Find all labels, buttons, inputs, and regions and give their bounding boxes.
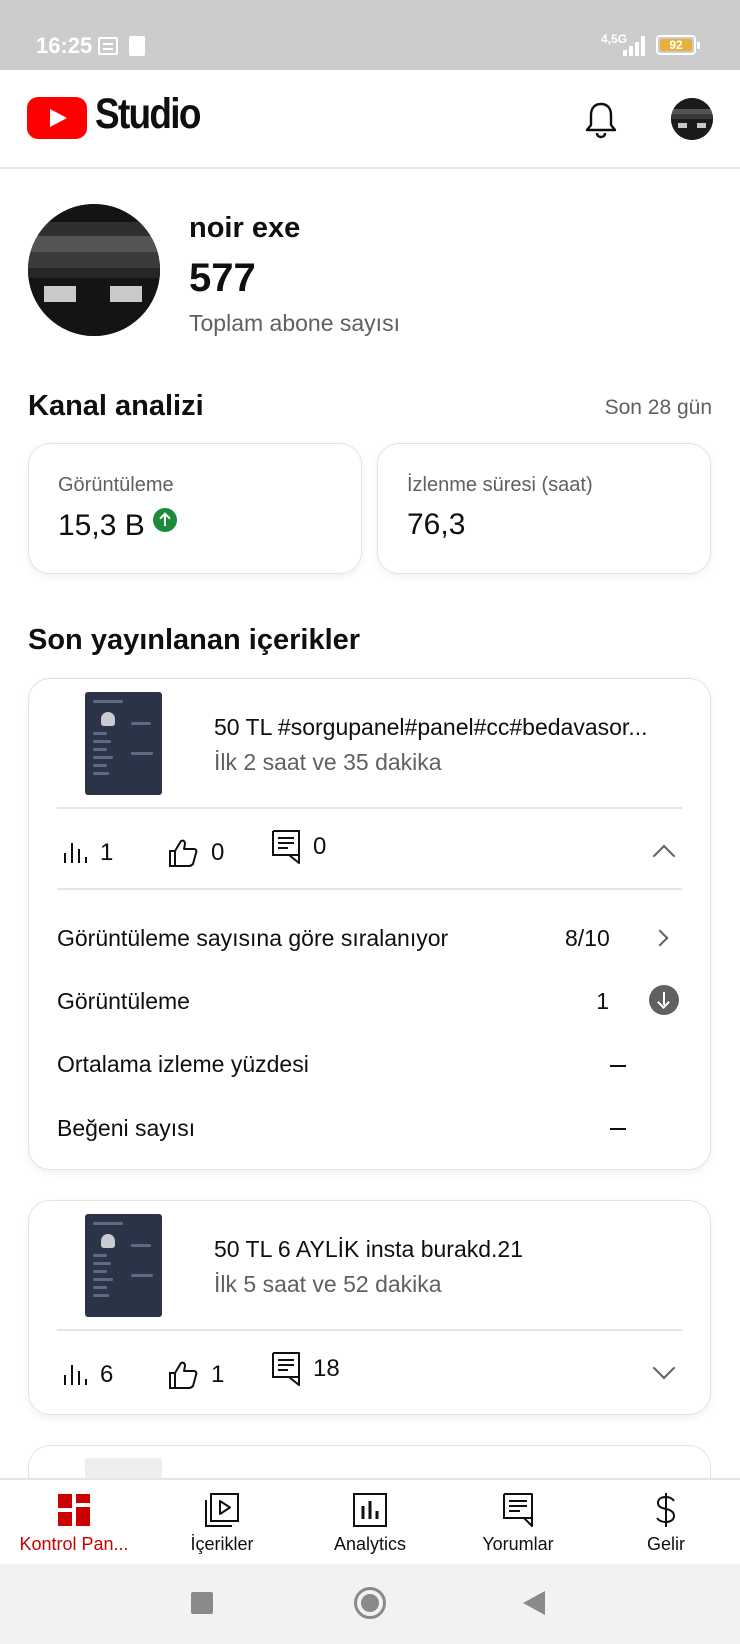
views-card[interactable]: Görüntüleme 15,3 B	[28, 443, 362, 574]
avg-watch-value	[610, 1065, 626, 1067]
channel-name: noir exe	[189, 212, 301, 244]
video-card[interactable]: 50 TL #sorgupanel#panel#cc#bedavasor... …	[28, 678, 711, 1170]
comments-count: 18	[313, 1355, 340, 1382]
subscriber-label: Toplam abone sayısı	[189, 310, 400, 336]
nav-analytics-label: Analytics	[333, 1534, 407, 1554]
nav-dashboard[interactable]: Kontrol Pan...	[0, 1480, 148, 1566]
nav-comments[interactable]: Yorumlar	[444, 1480, 592, 1566]
chevron-down-icon[interactable]	[652, 1356, 676, 1380]
divider	[57, 888, 682, 890]
views-stat: 1	[62, 835, 113, 871]
analytics-title: Kanal analizi	[28, 390, 204, 422]
views-value-row: 15,3 B	[58, 508, 177, 543]
avg-watch-label: Ortalama izleme yüzdesi	[57, 1051, 309, 1077]
subscriber-count: 577	[189, 256, 256, 300]
recent-title: Son yayınlanan içerikler	[28, 624, 361, 656]
thumb-up-icon	[169, 839, 198, 867]
battery-icon: 92	[656, 35, 700, 55]
account-avatar[interactable]	[671, 98, 713, 140]
likes-stat: 0	[167, 835, 224, 871]
nav-earn[interactable]: Gelir	[592, 1480, 740, 1566]
nav-earn-label: Gelir	[646, 1534, 685, 1554]
nav-comments-label: Yorumlar	[482, 1534, 554, 1554]
nav-analytics[interactable]: Analytics	[296, 1480, 444, 1566]
bottom-navigation: Kontrol Pan... İçerikler Analytics Yorum…	[0, 1478, 740, 1564]
video-thumbnail[interactable]	[85, 1214, 162, 1317]
notification-icon	[98, 37, 118, 55]
back-button[interactable]	[523, 1591, 545, 1615]
comments-count: 0	[313, 833, 327, 860]
signal-icon	[623, 36, 647, 56]
status-time: 16:25	[36, 33, 93, 58]
nav-content-label: İçerikler	[190, 1534, 254, 1554]
likes-count: 0	[211, 839, 225, 866]
views-stat: 6	[62, 1357, 113, 1393]
comments-stat: 0	[271, 829, 326, 865]
likes-count: 1	[211, 1361, 225, 1388]
bell-icon[interactable]	[584, 100, 618, 140]
dashboard-icon	[58, 1494, 90, 1526]
comment-icon	[272, 1352, 300, 1386]
status-bar: 16:25 4,5G 92	[0, 0, 740, 70]
likes-stat: 1	[167, 1357, 224, 1393]
studio-logo-text: Studio	[95, 90, 201, 138]
detail-views-value: 1	[596, 988, 609, 1014]
video-subtitle: İlk 2 saat ve 35 dakika	[214, 749, 442, 775]
analytics-period: Son 28 gün	[604, 396, 712, 419]
thumb-up-icon	[169, 1361, 198, 1389]
video-title[interactable]: 50 TL 6 AYLİK insta burakd.21	[214, 1236, 680, 1263]
detail-views-label: Görüntüleme	[57, 988, 190, 1014]
comments-stat: 18	[271, 1351, 340, 1387]
channel-avatar[interactable]	[28, 204, 160, 336]
watch-time-value: 76,3	[407, 508, 466, 541]
nav-content[interactable]: İçerikler	[148, 1480, 296, 1566]
watch-time-label: İzlenme süresi (saat)	[407, 474, 593, 496]
comments-icon	[503, 1493, 533, 1527]
content-icon	[205, 1493, 239, 1527]
views-count: 1	[100, 839, 114, 866]
chevron-up-icon[interactable]	[652, 844, 676, 868]
battery-level: 92	[660, 39, 692, 51]
video-card[interactable]: 50 TL 6 AYLİK insta burakd.21 İlk 5 saat…	[28, 1200, 711, 1415]
likes-detail-label: Beğeni sayısı	[57, 1115, 196, 1141]
likes-detail-value	[610, 1128, 626, 1130]
app-header: Studio	[0, 70, 740, 169]
views-label: Görüntüleme	[58, 474, 174, 496]
comment-icon	[272, 830, 300, 864]
views-value: 15,3 B	[58, 509, 145, 542]
battery-saver-icon	[129, 36, 145, 56]
views-icon	[64, 1365, 87, 1385]
watch-time-card[interactable]: İzlenme süresi (saat) 76,3	[377, 443, 711, 574]
views-icon	[64, 843, 87, 863]
video-thumbnail[interactable]	[85, 692, 162, 795]
youtube-logo-icon	[27, 97, 87, 139]
analytics-icon	[353, 1493, 387, 1527]
trend-up-icon	[152, 508, 177, 532]
divider	[57, 1329, 682, 1331]
trend-down-icon	[649, 985, 679, 1015]
recents-button[interactable]	[191, 1592, 213, 1614]
home-button[interactable]	[354, 1587, 386, 1619]
system-navigation	[0, 1564, 740, 1644]
dollar-icon	[656, 1493, 676, 1527]
ranking-label: Görüntüleme sayısına göre sıralanıyor	[57, 925, 449, 951]
ranking-value: 8/10	[565, 925, 610, 951]
divider	[57, 807, 682, 809]
views-count: 6	[100, 1361, 114, 1388]
video-subtitle: İlk 5 saat ve 52 dakika	[214, 1271, 442, 1297]
video-title[interactable]: 50 TL #sorgupanel#panel#cc#bedavasor...	[214, 714, 680, 741]
nav-dashboard-label: Kontrol Pan...	[19, 1534, 129, 1554]
